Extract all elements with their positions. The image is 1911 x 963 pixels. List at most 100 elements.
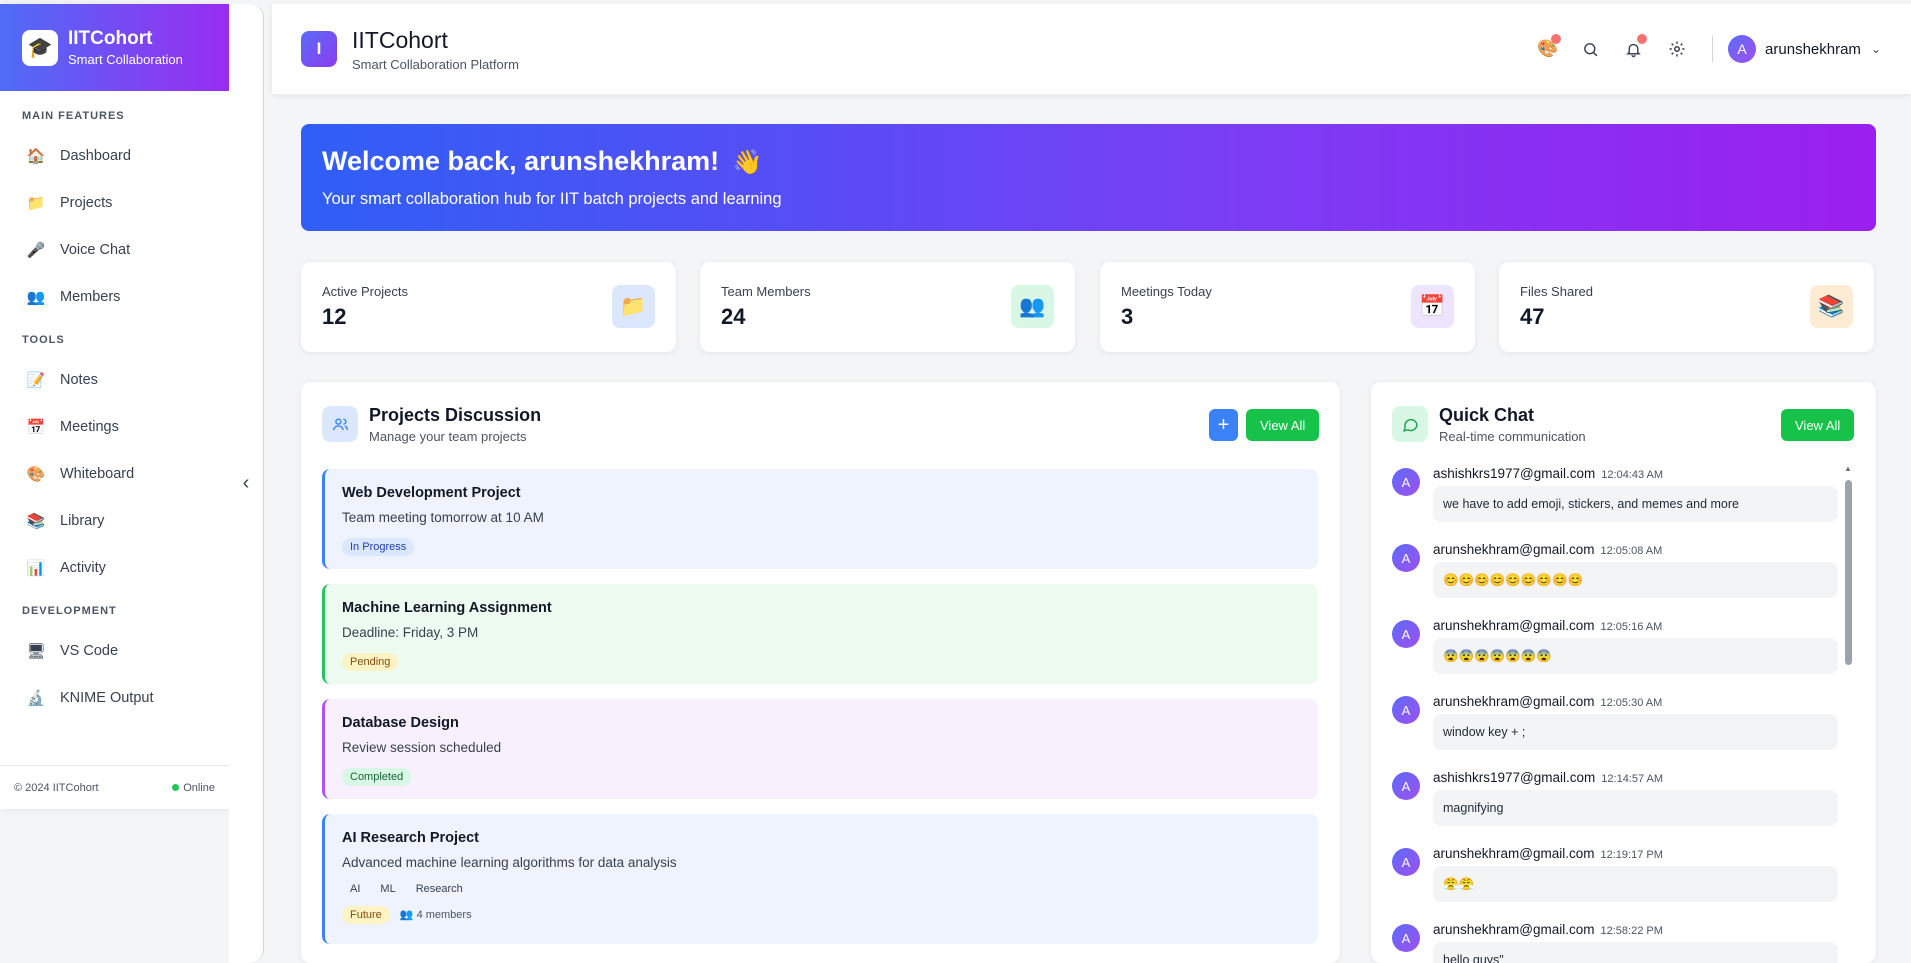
chat-panel: Quick Chat Real-time communication View … bbox=[1371, 382, 1876, 963]
stat-label: Team Members bbox=[721, 284, 811, 299]
project-card[interactable]: AI Research Project Advanced machine lea… bbox=[322, 814, 1318, 944]
brand-title: IITCohort bbox=[68, 28, 153, 49]
message-header: arunshekhram@gmail.com 12:05:08 AM bbox=[1433, 542, 1662, 557]
settings-button[interactable] bbox=[1655, 34, 1698, 64]
people-icon: 👥 bbox=[1011, 285, 1054, 328]
project-card[interactable]: Database Design Review session scheduled… bbox=[322, 699, 1318, 799]
message-header: ashishkrs1977@gmail.com 12:04:43 AM bbox=[1433, 466, 1663, 481]
project-tag: Research bbox=[415, 883, 463, 895]
chevron-down-icon: ⌄ bbox=[1870, 42, 1881, 56]
section-title: DEVELOPMENT bbox=[22, 605, 117, 617]
message-text: 😤😤 bbox=[1433, 866, 1838, 902]
status-badge: Future bbox=[342, 906, 390, 924]
sidebar-item-knime-output[interactable]: 🔬 KNIME Output bbox=[0, 674, 229, 721]
welcome-title-text: Welcome back, arunshekhram! bbox=[322, 146, 720, 176]
notifications-button[interactable] bbox=[1612, 34, 1655, 64]
chat-message: A ashishkrs1977@gmail.com 12:14:57 AM mag… bbox=[1392, 770, 1838, 846]
message-time: 12:05:30 AM bbox=[1600, 697, 1663, 709]
chevron-left-icon: ‹ bbox=[242, 472, 250, 494]
sidebar-item-label: Activity bbox=[60, 559, 106, 576]
sidebar-item-meetings[interactable]: 📅 Meetings bbox=[0, 403, 229, 450]
chat-title: Quick Chat bbox=[1439, 405, 1535, 425]
chat-messages[interactable]: A ashishkrs1977@gmail.com 12:04:43 AM we … bbox=[1392, 466, 1838, 963]
sidebar-item-activity[interactable]: 📊 Activity bbox=[0, 544, 229, 591]
sidebar-item-label: Notes bbox=[60, 371, 98, 388]
view-all-chat-button[interactable]: View All bbox=[1781, 409, 1855, 441]
sidebar-item-vs-code[interactable]: 🖥 VS Code bbox=[0, 627, 229, 674]
header-divider bbox=[1712, 36, 1714, 62]
project-title: AI Research Project bbox=[342, 830, 480, 846]
status-badge: Completed bbox=[342, 768, 412, 786]
message-user: arunshekhram@gmail.com bbox=[1433, 618, 1595, 633]
memo-icon: 📝 bbox=[26, 371, 46, 389]
stat-value: 3 bbox=[1121, 304, 1134, 329]
gear-icon bbox=[1669, 41, 1685, 57]
people-icon: 👥 bbox=[26, 288, 46, 306]
sidebar-item-label: Voice Chat bbox=[60, 241, 131, 258]
sidebar-item-label: Members bbox=[60, 288, 121, 305]
chat-message: A arunshekhram@gmail.com 12:05:08 AM 😊😊😊😊… bbox=[1392, 542, 1838, 618]
message-text: magnifying bbox=[1433, 790, 1838, 826]
avatar: A bbox=[1392, 772, 1420, 800]
sidebar-item-projects[interactable]: 📁 Projects bbox=[0, 179, 229, 226]
chat-message: A arunshekhram@gmail.com 12:58:22 PM hell… bbox=[1392, 922, 1838, 963]
chat-scrollbar[interactable]: ▲ bbox=[1843, 464, 1852, 963]
project-description: Advanced machine learning algorithms for… bbox=[342, 855, 677, 870]
online-status: Online bbox=[172, 782, 215, 794]
books-icon: 📚 bbox=[1810, 285, 1853, 328]
search-button[interactable] bbox=[1569, 34, 1612, 64]
project-card[interactable]: Machine Learning Assignment Deadline: Fr… bbox=[322, 584, 1318, 684]
app-logo[interactable]: I bbox=[301, 31, 337, 67]
computer-icon: 🖥 bbox=[26, 642, 46, 660]
sidebar-collapse-button[interactable]: ‹ bbox=[229, 4, 264, 963]
sidebar-item-dashboard[interactable]: 🏠 Dashboard bbox=[0, 132, 229, 179]
project-card[interactable]: Web Development Project Team meeting tom… bbox=[322, 469, 1318, 569]
stat-card-meetings-today: Meetings Today 3 📅 bbox=[1100, 262, 1475, 352]
sidebar-item-whiteboard[interactable]: 🎨 Whiteboard bbox=[0, 450, 229, 497]
online-status-label: Online bbox=[183, 781, 215, 794]
status-badge: In Progress bbox=[342, 538, 415, 556]
sidebar-brand[interactable]: 🎓 IITCohort Smart Collaboration bbox=[0, 4, 229, 91]
scrollbar-thumb[interactable] bbox=[1845, 480, 1852, 665]
avatar: A bbox=[1392, 848, 1420, 876]
message-header: arunshekhram@gmail.com 12:19:17 PM bbox=[1433, 846, 1663, 861]
stat-value: 47 bbox=[1520, 304, 1545, 329]
sidebar-nav: MAIN FEATURES 🏠 Dashboard 📁 Projects 🎤 V… bbox=[0, 91, 229, 721]
message-user: arunshekhram@gmail.com bbox=[1433, 846, 1595, 861]
scroll-up-icon[interactable]: ▲ bbox=[1844, 464, 1852, 473]
message-user: arunshekhram@gmail.com bbox=[1433, 542, 1595, 557]
project-tag: AI bbox=[350, 883, 361, 895]
welcome-subtitle: Your smart collaboration hub for IIT bat… bbox=[322, 190, 782, 208]
app-title: IITCohort bbox=[352, 26, 448, 53]
message-user: arunshekhram@gmail.com bbox=[1433, 922, 1595, 937]
message-user: arunshekhram@gmail.com bbox=[1433, 694, 1595, 709]
sidebar-item-members[interactable]: 👥 Members bbox=[0, 273, 229, 320]
sidebar-item-label: Projects bbox=[60, 194, 113, 211]
message-header: arunshekhram@gmail.com 12:05:30 AM bbox=[1433, 694, 1662, 709]
sidebar-item-library[interactable]: 📚 Library bbox=[0, 497, 229, 544]
books-icon: 📚 bbox=[26, 512, 46, 530]
message-header: arunshekhram@gmail.com 12:05:16 AM bbox=[1433, 618, 1662, 633]
projects-subtitle: Manage your team projects bbox=[369, 429, 527, 444]
add-project-button[interactable]: + bbox=[1209, 409, 1238, 441]
sidebar-item-notes[interactable]: 📝 Notes bbox=[0, 356, 229, 403]
chat-bubble-icon bbox=[1392, 406, 1428, 442]
project-members: 👥 4 members bbox=[400, 909, 472, 921]
message-time: 12:05:16 AM bbox=[1600, 621, 1663, 633]
sidebar-footer: © 2024 IITCohort Online bbox=[0, 765, 229, 809]
sidebar-item-voice-chat[interactable]: 🎤 Voice Chat bbox=[0, 226, 229, 273]
activity-button[interactable]: 🎨 bbox=[1526, 34, 1569, 64]
status-badge: Pending bbox=[342, 653, 399, 671]
microphone-icon: 🎤 bbox=[26, 241, 46, 259]
avatar: A bbox=[1728, 35, 1757, 63]
user-menu[interactable]: A arunshekhram ⌄ bbox=[1728, 35, 1881, 63]
house-icon: 🏠 bbox=[26, 147, 46, 165]
message-time: 12:58:22 PM bbox=[1600, 925, 1663, 937]
members-count: 4 members bbox=[416, 909, 472, 921]
stat-card-active-projects: Active Projects 12 📁 bbox=[301, 262, 676, 352]
view-all-projects-button[interactable]: View All bbox=[1246, 409, 1320, 441]
calendar-icon: 📅 bbox=[1411, 285, 1454, 328]
palette-icon: 🎨 bbox=[26, 465, 46, 483]
message-text: 😨😨😨😨😨😨😨 bbox=[1433, 638, 1838, 674]
people-icon: 👥 bbox=[399, 909, 414, 921]
